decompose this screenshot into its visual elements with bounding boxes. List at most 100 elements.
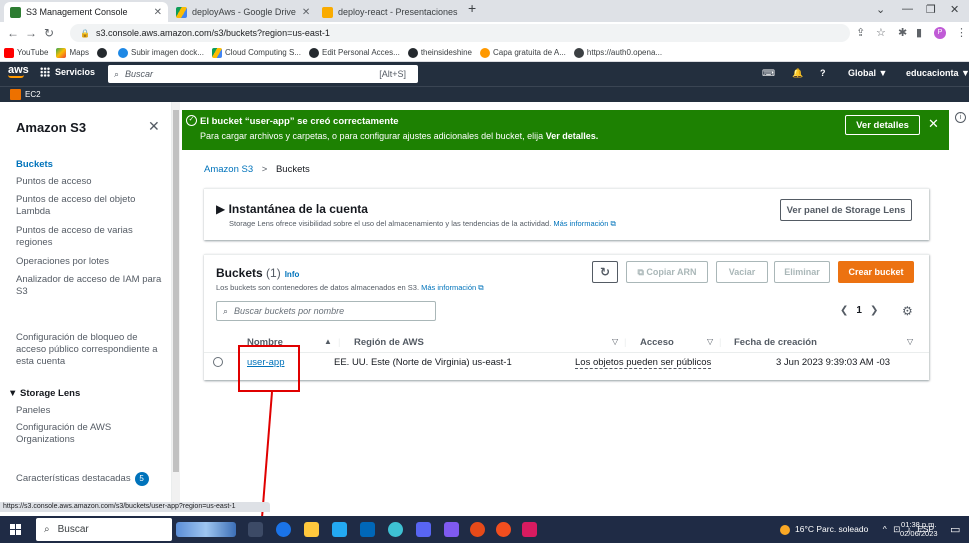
windows-start-icon[interactable]: [10, 524, 21, 535]
sidebar-item-iam-access-analyzer[interactable]: Analizador de acceso de IAM para S3: [16, 274, 164, 298]
landscape-widget-icon[interactable]: [176, 522, 236, 537]
url-bar[interactable]: 🔒 s3.console.aws.amazon.com/s3/buckets?r…: [70, 24, 850, 42]
copy-arn-button[interactable]: ⧉ Copiar ARN: [626, 261, 708, 283]
sidebar-item-featured[interactable]: Características destacadas 5: [16, 472, 164, 486]
sidebar-item-lambda-access-points[interactable]: Puntos de acceso del objeto Lambda: [16, 194, 164, 218]
bookmark-cloud-computing[interactable]: Cloud Computing S...: [211, 47, 301, 58]
close-icon[interactable]: ✕: [296, 7, 310, 18]
bookmark-capa-gratuita[interactable]: Capa gratuita de A...: [479, 47, 566, 58]
account-menu[interactable]: educacionta ▼: [906, 68, 969, 78]
bookmark-youtube[interactable]: YouTube: [4, 47, 48, 58]
footer-privacy-link[interactable]: Privacidad: [777, 505, 815, 514]
taskbar-clock[interactable]: 01:38 p.m. 02/06/2023: [900, 520, 938, 538]
extensions-icon[interactable]: ✱: [898, 26, 907, 39]
bookmark-subir-imagen[interactable]: Subir imagen dock...: [118, 47, 204, 58]
favorite-ec2[interactable]: EC2: [25, 90, 41, 99]
services-menu-button[interactable]: Servicios: [40, 67, 95, 77]
taskbar-search-input[interactable]: ⌕ Buscar: [36, 518, 172, 541]
more-info-link[interactable]: Más información: [553, 219, 608, 228]
reload-icon[interactable]: ↻: [40, 26, 58, 40]
back-arrow-icon[interactable]: ←: [4, 26, 22, 40]
app-icon[interactable]: [416, 522, 431, 537]
refresh-button[interactable]: ↻: [592, 261, 618, 283]
notification-icon[interactable]: ▭: [950, 523, 960, 536]
snapshot-header[interactable]: ▶ Instantánea de la cuenta: [216, 202, 368, 216]
app-icon[interactable]: [522, 522, 537, 537]
column-header-created[interactable]: Fecha de creación: [734, 337, 817, 348]
column-header-region[interactable]: Región de AWS: [354, 337, 424, 348]
sidebar-scrollbar[interactable]: [172, 102, 180, 502]
app-icon[interactable]: [444, 522, 459, 537]
scrollbar-thumb[interactable]: [173, 110, 179, 472]
tab-s3-console[interactable]: S3 Management Console ✕: [4, 2, 168, 22]
bucket-search-input[interactable]: ⌕ Buscar buckets por nombre: [216, 301, 436, 321]
sidebar-item-multi-region-access-points[interactable]: Puntos de acceso de varias regiones: [16, 225, 164, 249]
sidebar-item-buckets[interactable]: Buckets: [16, 159, 164, 171]
tab-slides[interactable]: deploy-react - Presentaciones de ✕: [316, 2, 460, 22]
profile-avatar[interactable]: P: [934, 27, 946, 39]
column-header-access[interactable]: Acceso: [640, 337, 674, 348]
maximize-icon[interactable]: ❐: [926, 3, 936, 16]
info-link[interactable]: Info: [285, 270, 300, 279]
cloudshell-icon[interactable]: ⌨: [762, 68, 775, 79]
empty-button[interactable]: Vaciar: [716, 261, 768, 283]
breadcrumb-amazon-s3[interactable]: Amazon S3: [204, 164, 253, 175]
prev-page-icon[interactable]: ❮: [840, 305, 848, 316]
bookmark-edit-personal[interactable]: Edit Personal Acces...: [308, 47, 400, 58]
bookmark-github[interactable]: [97, 47, 110, 58]
file-explorer-icon[interactable]: [304, 522, 319, 537]
window-close-icon[interactable]: ✕: [950, 3, 959, 16]
new-tab-button[interactable]: +: [468, 0, 476, 16]
chrome-icon[interactable]: [276, 522, 291, 537]
weather-text[interactable]: 16°C Parc. soleado: [795, 524, 868, 534]
sort-icon[interactable]: ▽: [707, 337, 713, 346]
postman-icon[interactable]: [496, 522, 511, 537]
info-panel-icon[interactable]: i: [955, 112, 966, 123]
create-bucket-button[interactable]: Crear bucket: [838, 261, 914, 283]
chrome-canary-icon[interactable]: [470, 522, 485, 537]
aws-logo[interactable]: aws: [8, 65, 29, 78]
view-storage-lens-button[interactable]: Ver panel de Storage Lens: [780, 199, 912, 221]
bucket-access[interactable]: Los objetos pueden ser públicos: [575, 357, 712, 369]
bookmark-maps[interactable]: Maps: [56, 47, 89, 58]
bookmark-auth0[interactable]: https://auth0.opena...: [573, 47, 662, 58]
sidebar-item-aws-organizations[interactable]: Configuración de AWS Organizations: [16, 422, 164, 446]
minimize-icon[interactable]: —: [902, 3, 913, 15]
next-page-icon[interactable]: ❯: [870, 305, 878, 316]
view-details-button[interactable]: Ver detalles: [845, 115, 920, 135]
tab-google-drive[interactable]: deployAws - Google Drive ✕: [170, 2, 314, 22]
help-icon[interactable]: ?: [820, 68, 826, 78]
store-icon[interactable]: [360, 522, 375, 537]
dismiss-close-icon[interactable]: ✕: [928, 116, 939, 132]
tab-search-icon[interactable]: ⌄: [876, 3, 885, 16]
more-info-link[interactable]: Más información: [421, 283, 476, 292]
sidebar-item-block-public-access[interactable]: Configuración de bloqueo de acceso públi…: [16, 332, 164, 368]
row-select-radio[interactable]: [213, 357, 223, 367]
footer-cookies-link[interactable]: Preferencias de cookies: [881, 505, 967, 514]
gear-icon[interactable]: ⚙: [902, 304, 913, 318]
sort-icon[interactable]: ▽: [907, 337, 913, 346]
task-view-icon[interactable]: [248, 522, 263, 537]
sort-asc-icon[interactable]: ▲: [324, 337, 332, 346]
aws-search-input[interactable]: ⌕ Buscar [Alt+S]: [108, 65, 418, 83]
close-icon[interactable]: ✕: [148, 7, 162, 18]
sidebar-item-access-points[interactable]: Puntos de acceso: [16, 176, 164, 188]
sidebar-item-dashboards[interactable]: Paneles: [16, 405, 164, 417]
sidepanel-icon[interactable]: ▮: [916, 26, 922, 39]
bell-icon[interactable]: 🔔: [792, 68, 803, 79]
sidebar-item-batch-operations[interactable]: Operaciones por lotes: [16, 256, 164, 268]
forward-arrow-icon[interactable]: →: [22, 26, 40, 40]
star-icon[interactable]: ☆: [876, 26, 886, 39]
share-icon[interactable]: ⇪: [856, 26, 865, 39]
close-icon[interactable]: ✕: [148, 118, 160, 135]
bookmark-theinsideshine[interactable]: theinsideshine: [407, 47, 472, 58]
sidebar-section-storage-lens[interactable]: ▼ Storage Lens: [8, 388, 80, 399]
current-page[interactable]: 1: [856, 305, 862, 316]
vscode-icon[interactable]: [332, 522, 347, 537]
region-selector[interactable]: Global ▼: [848, 68, 887, 78]
tray-chevron-icon[interactable]: ^: [883, 524, 887, 534]
footer-terms-link[interactable]: Términos: [831, 505, 865, 514]
chrome-profile-icon[interactable]: [388, 522, 403, 537]
menu-kebab-icon[interactable]: ⋮: [956, 26, 967, 39]
delete-button[interactable]: Eliminar: [774, 261, 830, 283]
